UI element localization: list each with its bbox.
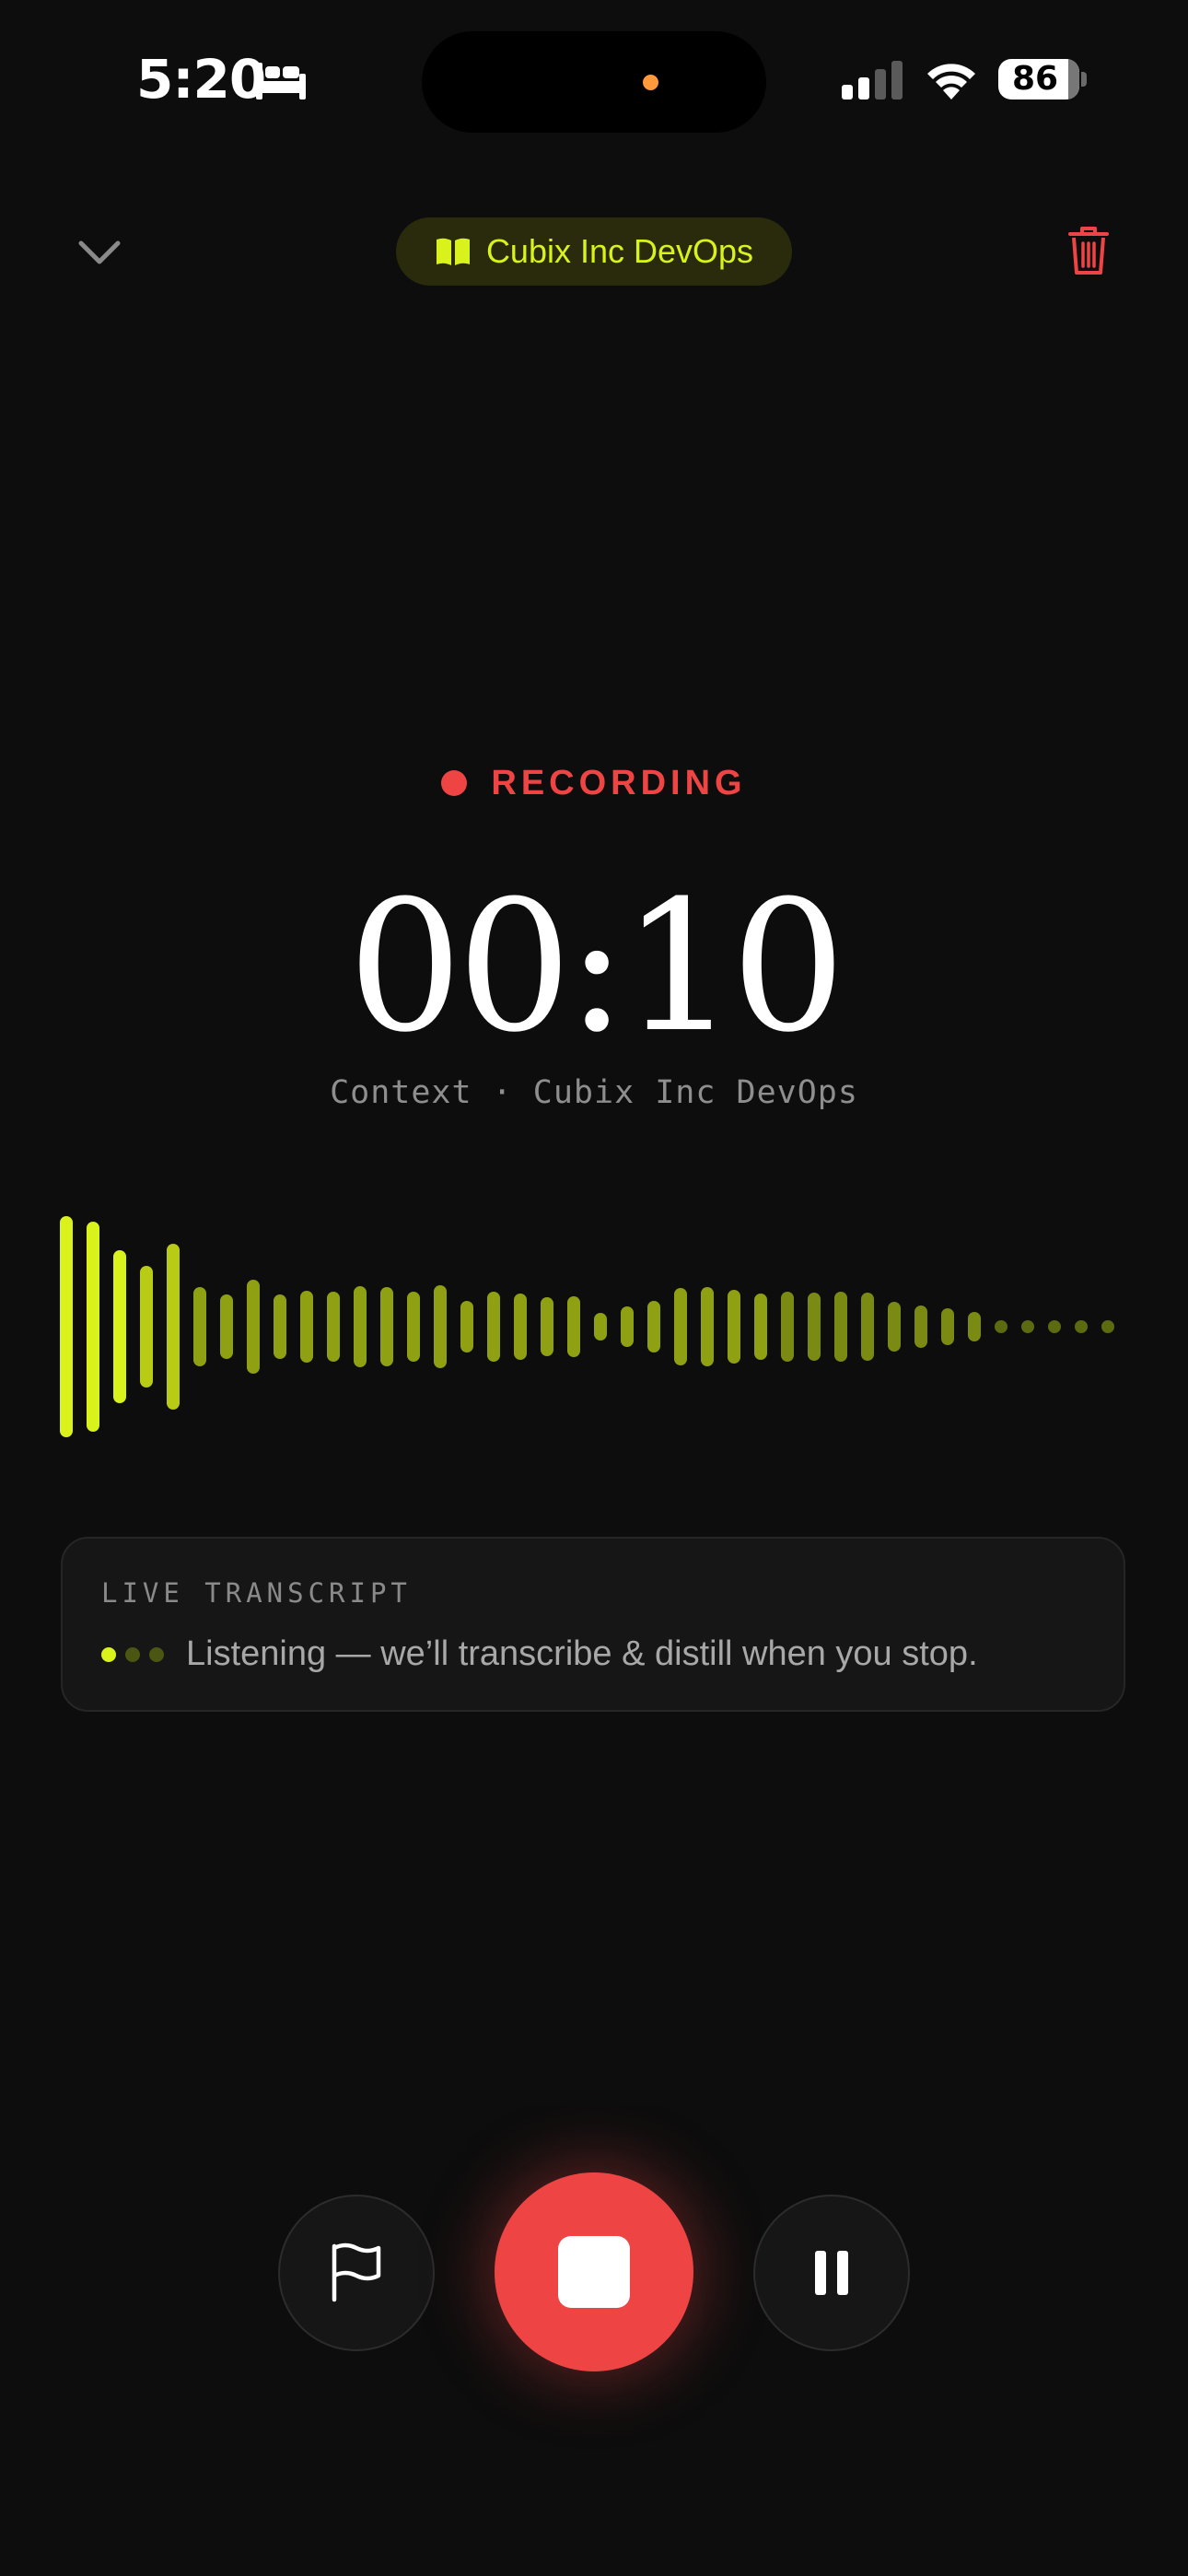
live-transcript-title: LIVE TRANSCRIPT	[101, 1577, 412, 1609]
stop-icon	[558, 2236, 630, 2308]
typing-dot	[125, 1647, 140, 1662]
waveform-bar	[834, 1292, 847, 1362]
waveform-bar	[60, 1216, 73, 1437]
book-open-icon	[436, 238, 470, 265]
recording-label: RECORDING	[491, 763, 747, 802]
waveform-bar	[968, 1312, 981, 1341]
waveform-bar	[674, 1288, 687, 1365]
audio-waveform	[60, 1216, 1114, 1437]
waveform-bar	[781, 1292, 794, 1362]
waveform-bar	[941, 1308, 954, 1345]
context-pill-label: Cubix Inc DevOps	[485, 232, 754, 270]
status-time: 5:20	[136, 48, 266, 111]
waveform-bar	[888, 1302, 901, 1352]
live-transcript-text: Listening — we’ll transcribe & distill w…	[186, 1634, 978, 1673]
waveform-bar	[728, 1290, 740, 1364]
waveform-bar	[167, 1244, 180, 1410]
dynamic-island	[422, 31, 766, 133]
waveform-bar	[113, 1250, 126, 1403]
waveform-bar	[193, 1287, 206, 1366]
waveform-bar	[594, 1313, 607, 1341]
waveform-bar	[567, 1296, 580, 1357]
waveform-bar	[914, 1306, 927, 1348]
waveform-bar	[701, 1287, 714, 1366]
pause-icon	[815, 2251, 848, 2295]
waveform-bar	[808, 1293, 821, 1361]
waveform-bar	[647, 1301, 660, 1352]
waveform-bar	[220, 1294, 233, 1359]
waveform-bar	[995, 1320, 1007, 1333]
waveform-bar	[434, 1285, 447, 1368]
waveform-bar	[460, 1301, 473, 1352]
recording-timer: 00:10	[347, 862, 846, 1072]
waveform-bar	[1021, 1320, 1034, 1333]
waveform-bar	[140, 1266, 153, 1388]
typing-dot	[149, 1647, 164, 1662]
stop-recording-button[interactable]	[495, 2172, 693, 2371]
status-bar: 5:20 86	[0, 0, 1188, 166]
waveform-bar	[327, 1292, 340, 1362]
waveform-bar	[1048, 1320, 1061, 1333]
waveform-bar	[621, 1306, 634, 1347]
waveform-bar	[274, 1294, 286, 1359]
waveform-bar	[541, 1297, 553, 1356]
typing-indicator-icon	[101, 1647, 168, 1664]
delete-recording-button[interactable]	[1059, 219, 1118, 284]
bed-icon	[256, 63, 306, 100]
pause-recording-button[interactable]	[753, 2195, 910, 2351]
typing-dot	[101, 1647, 116, 1662]
trash-icon	[1068, 227, 1109, 275]
waveform-bar	[354, 1286, 367, 1367]
battery-indicator: 86	[998, 59, 1079, 100]
chevron-down-icon	[78, 240, 121, 264]
microphone-indicator-dot	[643, 75, 658, 90]
waveform-bar	[754, 1294, 767, 1360]
waveform-bar	[300, 1291, 313, 1363]
waveform-bar	[380, 1287, 393, 1366]
cellular-signal-icon	[842, 61, 903, 100]
waveform-bar	[407, 1292, 420, 1362]
waveform-bar	[514, 1294, 527, 1360]
waveform-bar	[1101, 1320, 1114, 1333]
waveform-bar	[87, 1222, 99, 1432]
battery-level: 86	[1011, 60, 1059, 98]
flag-icon	[332, 2242, 381, 2302]
waveform-bar	[861, 1293, 874, 1361]
context-line: Context · Cubix Inc DevOps	[330, 1074, 858, 1111]
flag-moment-button[interactable]	[278, 2195, 435, 2351]
recording-dot-icon	[441, 770, 468, 796]
waveform-bar	[1075, 1320, 1088, 1333]
context-pill[interactable]: Cubix Inc DevOps	[396, 217, 792, 286]
recording-status: RECORDING	[0, 757, 1188, 809]
collapse-button[interactable]	[68, 221, 131, 284]
wifi-icon	[927, 64, 975, 100]
waveform-bar	[247, 1280, 260, 1374]
battery-cap	[1081, 72, 1087, 87]
waveform-bar	[487, 1292, 500, 1362]
live-transcript-card: LIVE TRANSCRIPT Listening — we’ll transc…	[61, 1537, 1125, 1712]
